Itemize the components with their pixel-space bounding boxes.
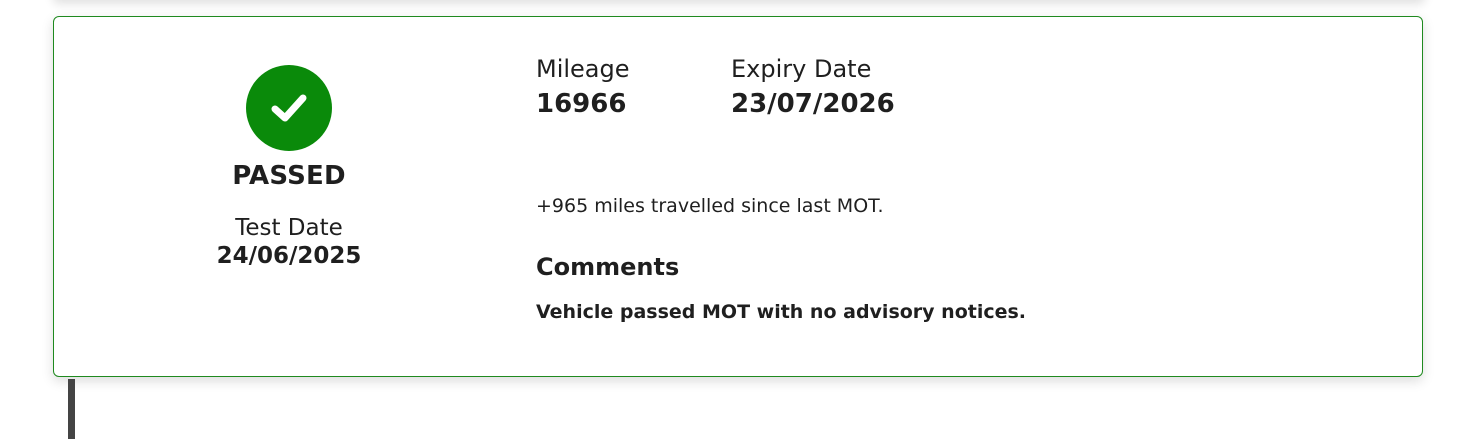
timeline-connector bbox=[68, 379, 75, 439]
expiry-value: 23/07/2026 bbox=[731, 89, 895, 119]
check-icon bbox=[246, 65, 332, 151]
status-label: PASSED bbox=[232, 161, 346, 191]
mileage-value: 16966 bbox=[536, 89, 627, 119]
comments-heading: Comments bbox=[536, 253, 680, 281]
status-column: PASSED Test Date 24/06/2025 bbox=[169, 65, 409, 269]
test-date-label: Test Date bbox=[235, 215, 343, 241]
comments-text: Vehicle passed MOT with no advisory noti… bbox=[536, 301, 1027, 323]
miles-travelled-note: +965 miles travelled since last MOT. bbox=[536, 195, 884, 217]
mileage-label: Mileage bbox=[536, 55, 630, 83]
mot-result-card: PASSED Test Date 24/06/2025 Mileage 1696… bbox=[53, 16, 1423, 377]
test-date-value: 24/06/2025 bbox=[216, 243, 362, 269]
mileage-block: Mileage 16966 bbox=[536, 55, 630, 119]
expiry-block: Expiry Date 23/07/2026 bbox=[731, 55, 895, 119]
expiry-label: Expiry Date bbox=[731, 55, 872, 83]
